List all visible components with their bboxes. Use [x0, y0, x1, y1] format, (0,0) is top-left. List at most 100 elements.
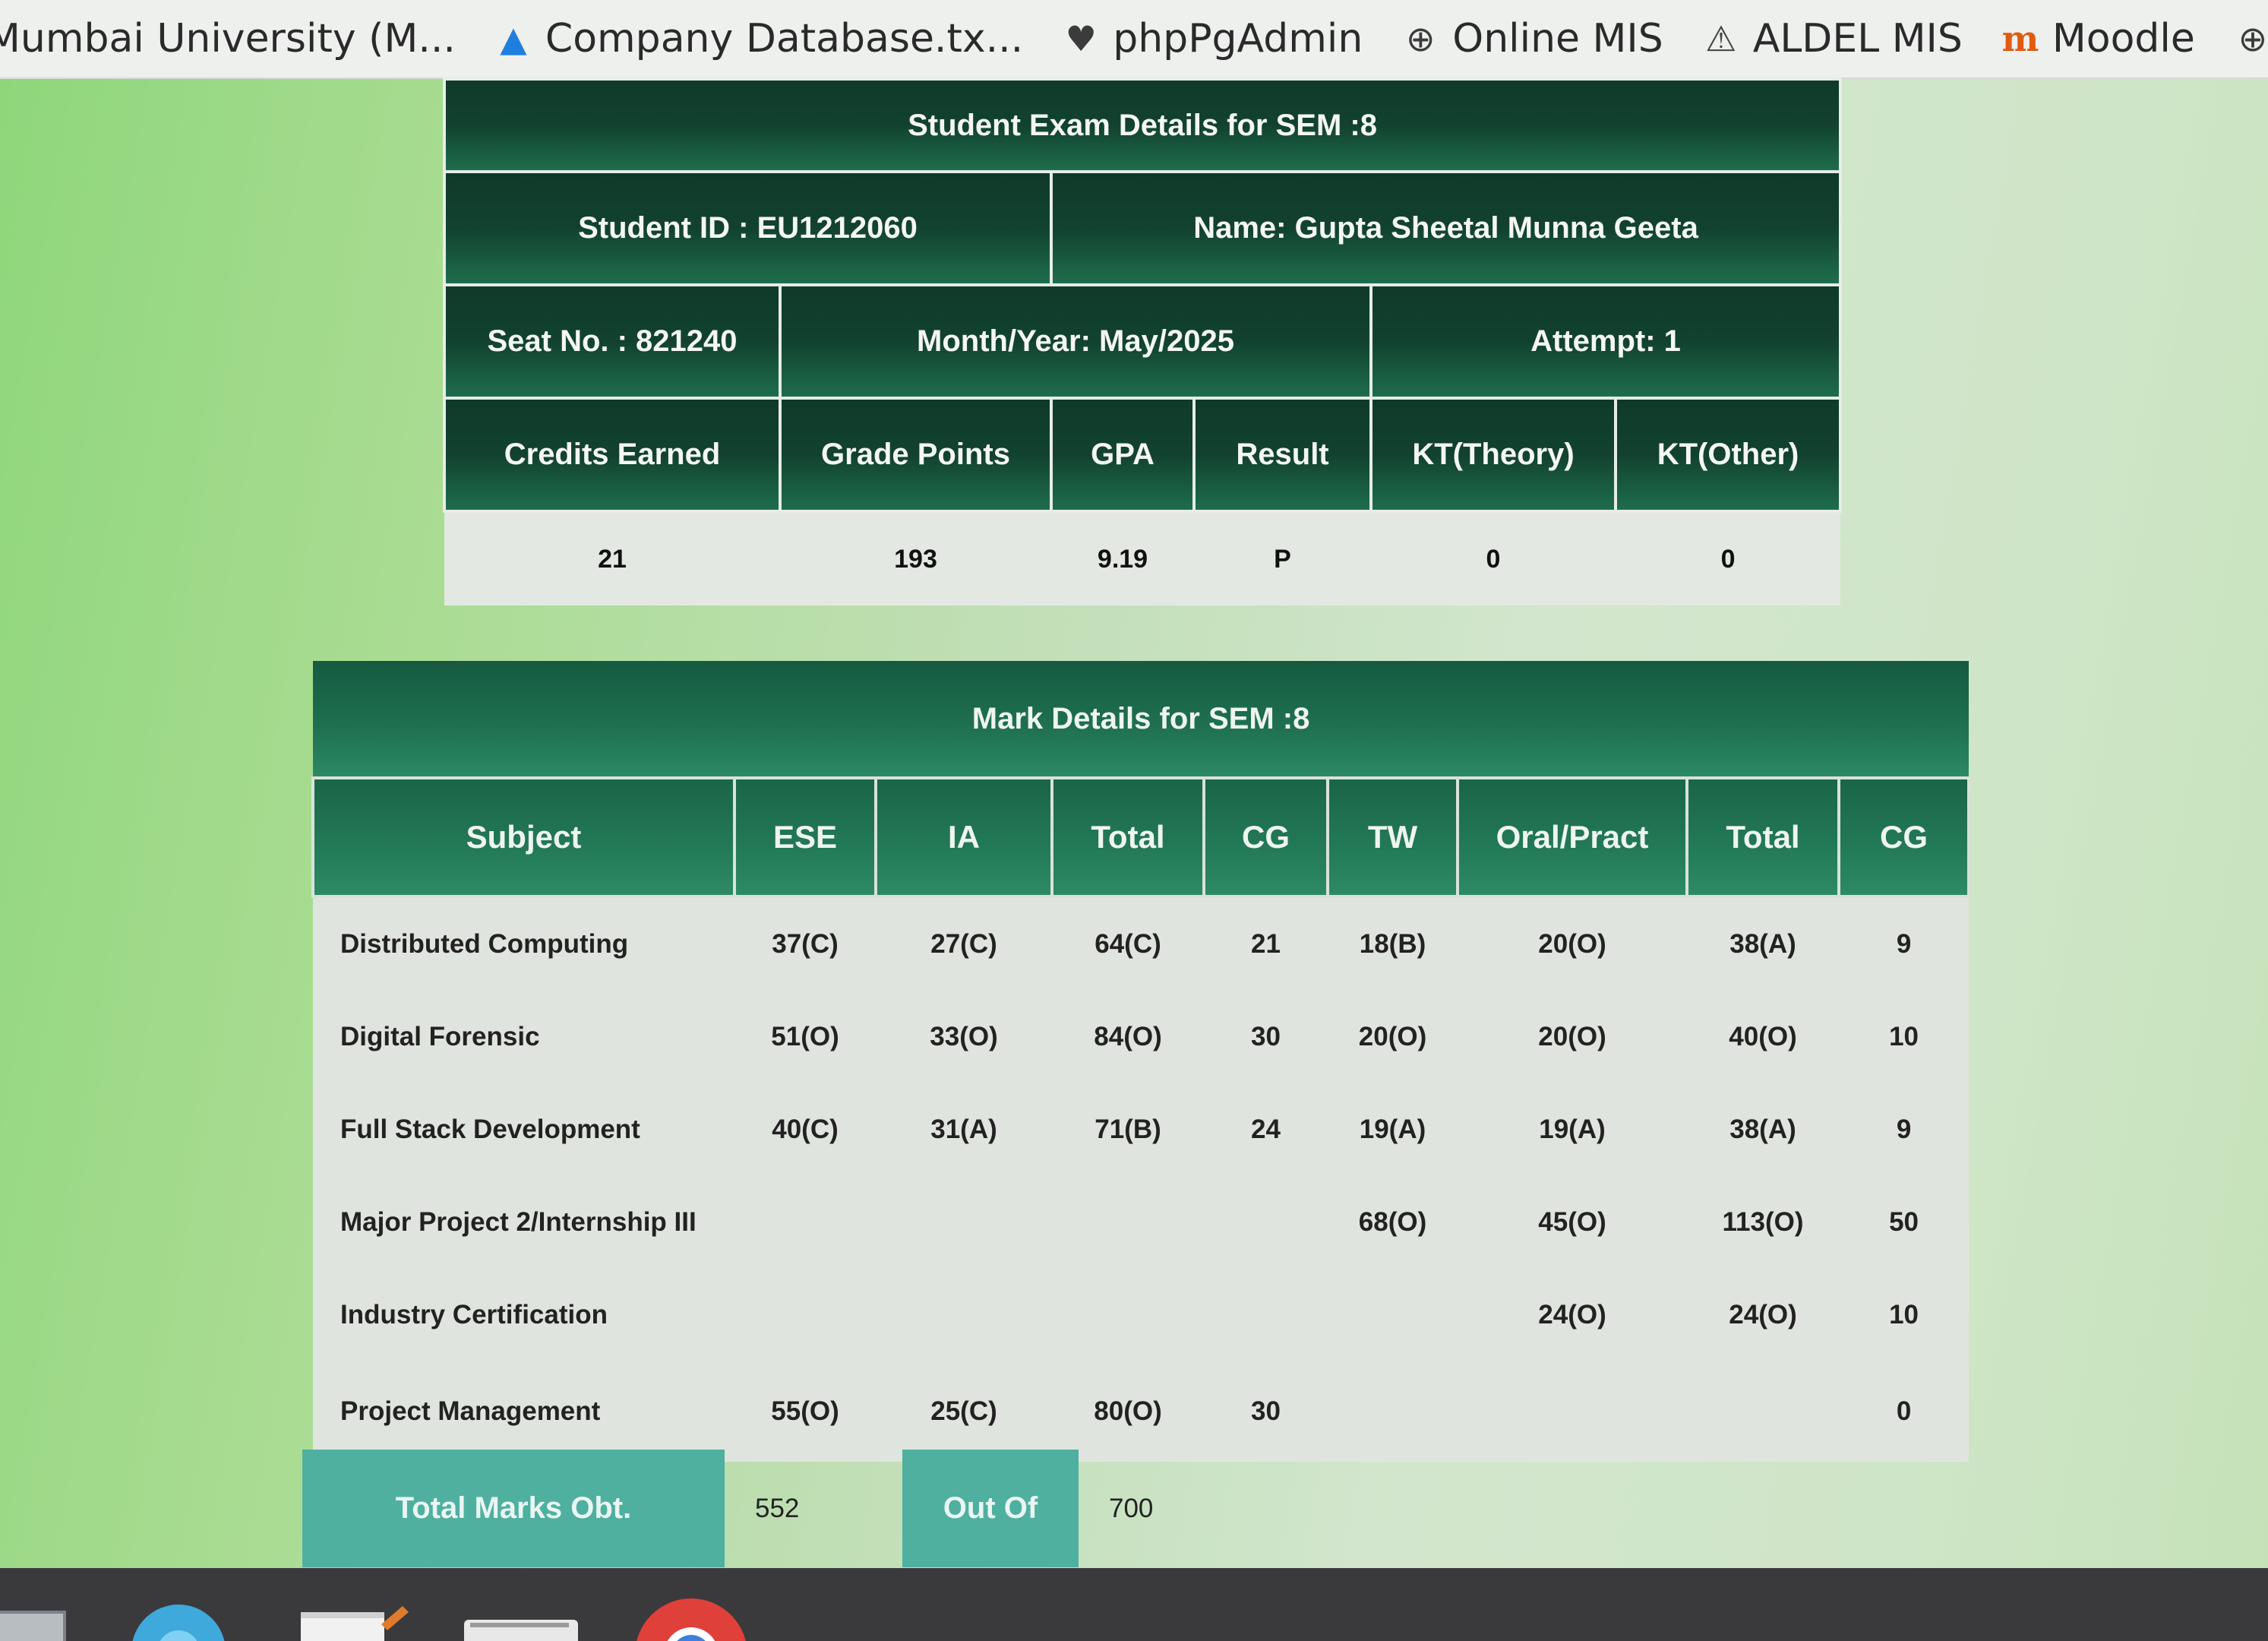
student-id: Student ID : EU1212060 — [443, 170, 1053, 286]
cell-cg-practical: 9 — [1839, 1083, 1969, 1176]
mark-row: Project Management 55(O) 25(C) 80(O) 30 0 — [313, 1361, 1969, 1462]
cell-cg-practical: 9 — [1839, 896, 1969, 991]
exam-details-table: Student Exam Details for SEM :8 Student … — [442, 77, 1843, 605]
cell-oral-pract: 19(A) — [1458, 1083, 1687, 1176]
header-cg-practical: CG — [1837, 776, 1971, 898]
cell-subject: Distributed Computing — [313, 896, 734, 991]
totals-bar: Total Marks Obt. 552 Out Of 700 — [302, 1450, 1261, 1567]
cell-oral-pract: 45(O) — [1458, 1176, 1687, 1269]
cell-total-theory: 64(C) — [1052, 896, 1204, 991]
cell-total-practical: 24(O) — [1687, 1269, 1839, 1361]
header-oral-pract: Oral/Pract — [1456, 776, 1688, 898]
bookmark-label: Company Database.tx... — [545, 16, 1024, 62]
exam-details-panel: Student Exam Details for SEM :8 Student … — [442, 77, 1843, 605]
cell-oral-pract: 20(O) — [1458, 991, 1687, 1083]
cell-cg-practical: 10 — [1839, 991, 1969, 1083]
cell-subject: Project Management — [313, 1361, 734, 1462]
cell-cg-theory — [1204, 1269, 1328, 1361]
cell-tw: 68(O) — [1328, 1176, 1458, 1269]
cell-cg-theory: 30 — [1204, 991, 1328, 1083]
elephant-icon: ♥ — [1065, 18, 1097, 59]
mark-row: Full Stack Development 40(C) 31(A) 71(B) 24 1… — [313, 1083, 1969, 1176]
bookmark-company-database[interactable]: ▲ Company Database.tx... — [492, 16, 1023, 62]
header-total-practical: Total — [1685, 776, 1840, 898]
cell-total-practical: 38(A) — [1687, 1083, 1839, 1176]
out-of-label: Out Of — [902, 1450, 1079, 1567]
cell-tw: 18(B) — [1328, 896, 1458, 991]
mark-row: Distributed Computing 37(C) 27(C) 64(C) 21 18… — [313, 896, 1969, 991]
cell-oral-pract: 20(O) — [1458, 896, 1687, 991]
cell-ia: 31(A) — [876, 1083, 1052, 1176]
header-ia: IA — [874, 776, 1053, 898]
cell-ia — [876, 1176, 1052, 1269]
bookmark-mumbai-university[interactable]: Mumbai University (M... — [0, 16, 456, 62]
cell-ese: 51(O) — [734, 991, 876, 1083]
header-ese: ESE — [733, 776, 877, 898]
cell-total-theory — [1052, 1269, 1204, 1361]
result-value: P — [1194, 511, 1371, 605]
cell-ia — [876, 1269, 1052, 1361]
bookmark-label: Mumbai University (M... — [0, 16, 456, 62]
mark-rows: Distributed Computing 37(C) 27(C) 64(C) 21 18… — [313, 896, 1969, 1462]
notepad-icon[interactable] — [296, 1601, 410, 1641]
monitor-icon[interactable] — [0, 1603, 68, 1641]
gpa-value: 9.19 — [1051, 511, 1194, 605]
aldel-icon: ⚠ — [1705, 18, 1737, 59]
exam-details-title: Student Exam Details for SEM :8 — [442, 77, 1843, 173]
cell-tw — [1328, 1269, 1458, 1361]
mark-details-title: Mark Details for SEM :8 — [313, 661, 1969, 778]
bookmark-online[interactable]: ⊕ On — [2232, 16, 2268, 62]
cell-oral-pract — [1458, 1361, 1687, 1462]
bookmark-phppgadmin[interactable]: ♥ phpPgAdmin — [1060, 16, 1363, 62]
cell-cg-theory — [1204, 1176, 1328, 1269]
seat-number: Seat No. : 821240 — [443, 283, 782, 400]
bookmark-label: Moodle — [2052, 16, 2195, 62]
bookmarks-bar: Mumbai University (M... ▲ Company Databa… — [0, 0, 2268, 79]
header-result: Result — [1192, 397, 1372, 513]
header-tw: TW — [1326, 776, 1459, 898]
cell-cg-theory: 30 — [1204, 1361, 1328, 1462]
bookmark-moodle[interactable]: m Moodle — [1999, 16, 2195, 62]
cell-cg-practical: 50 — [1839, 1176, 1969, 1269]
cell-total-practical: 113(O) — [1687, 1176, 1839, 1269]
kt-other-value: 0 — [1616, 511, 1841, 605]
globe-icon: ⊕ — [2238, 18, 2268, 59]
mark-details-panel: Mark Details for SEM :8 Subject ESE IA T… — [311, 661, 1971, 1462]
bookmark-aldel-mis[interactable]: ⚠ ALDEL MIS — [1700, 16, 1963, 62]
cell-tw — [1328, 1361, 1458, 1462]
bookmark-online-mis[interactable]: ⊕ Online MIS — [1399, 16, 1663, 62]
bookmark-label: phpPgAdmin — [1113, 16, 1363, 62]
cell-ese — [734, 1269, 876, 1361]
total-marks-label: Total Marks Obt. — [302, 1450, 725, 1567]
globe-icon: ⊕ — [1406, 18, 1436, 59]
attempt: Attempt: 1 — [1369, 283, 1843, 400]
header-kt-other: KT(Other) — [1613, 397, 1843, 513]
cell-oral-pract: 24(O) — [1458, 1269, 1687, 1361]
cell-ia: 33(O) — [876, 991, 1052, 1083]
app-circle-icon[interactable] — [129, 1598, 228, 1641]
cell-subject: Major Project 2/Internship III — [313, 1176, 734, 1269]
cell-ia: 25(C) — [876, 1361, 1052, 1462]
cell-tw: 20(O) — [1328, 991, 1458, 1083]
files-icon[interactable] — [460, 1608, 581, 1641]
bookmark-label: ALDEL MIS — [1752, 16, 1963, 62]
header-kt-theory: KT(Theory) — [1369, 397, 1617, 513]
cell-ese: 37(C) — [734, 896, 876, 991]
taskbar — [0, 1568, 2268, 1641]
kt-theory-value: 0 — [1371, 511, 1616, 605]
cell-subject: Full Stack Development — [313, 1083, 734, 1176]
mark-row: Major Project 2/Internship III 68(O) 45(O)… — [313, 1176, 1969, 1269]
cell-total-theory: 71(B) — [1052, 1083, 1204, 1176]
student-name: Name: Gupta Sheetal Munna Geeta — [1049, 170, 1843, 286]
drive-icon: ▲ — [500, 18, 527, 59]
mark-details-table: Mark Details for SEM :8 Subject ESE IA T… — [311, 661, 1971, 1462]
out-of-value: 700 — [1109, 1493, 1154, 1523]
cell-cg-practical: 10 — [1839, 1269, 1969, 1361]
cell-ese: 40(C) — [734, 1083, 876, 1176]
cell-total-practical — [1687, 1361, 1839, 1462]
chrome-icon[interactable] — [630, 1595, 752, 1641]
cell-cg-theory: 21 — [1204, 896, 1328, 991]
mark-row: Digital Forensic 51(O) 33(O) 84(O) 30 20(O) 20… — [313, 991, 1969, 1083]
cell-total-practical: 40(O) — [1687, 991, 1839, 1083]
month-year: Month/Year: May/2025 — [779, 283, 1372, 400]
